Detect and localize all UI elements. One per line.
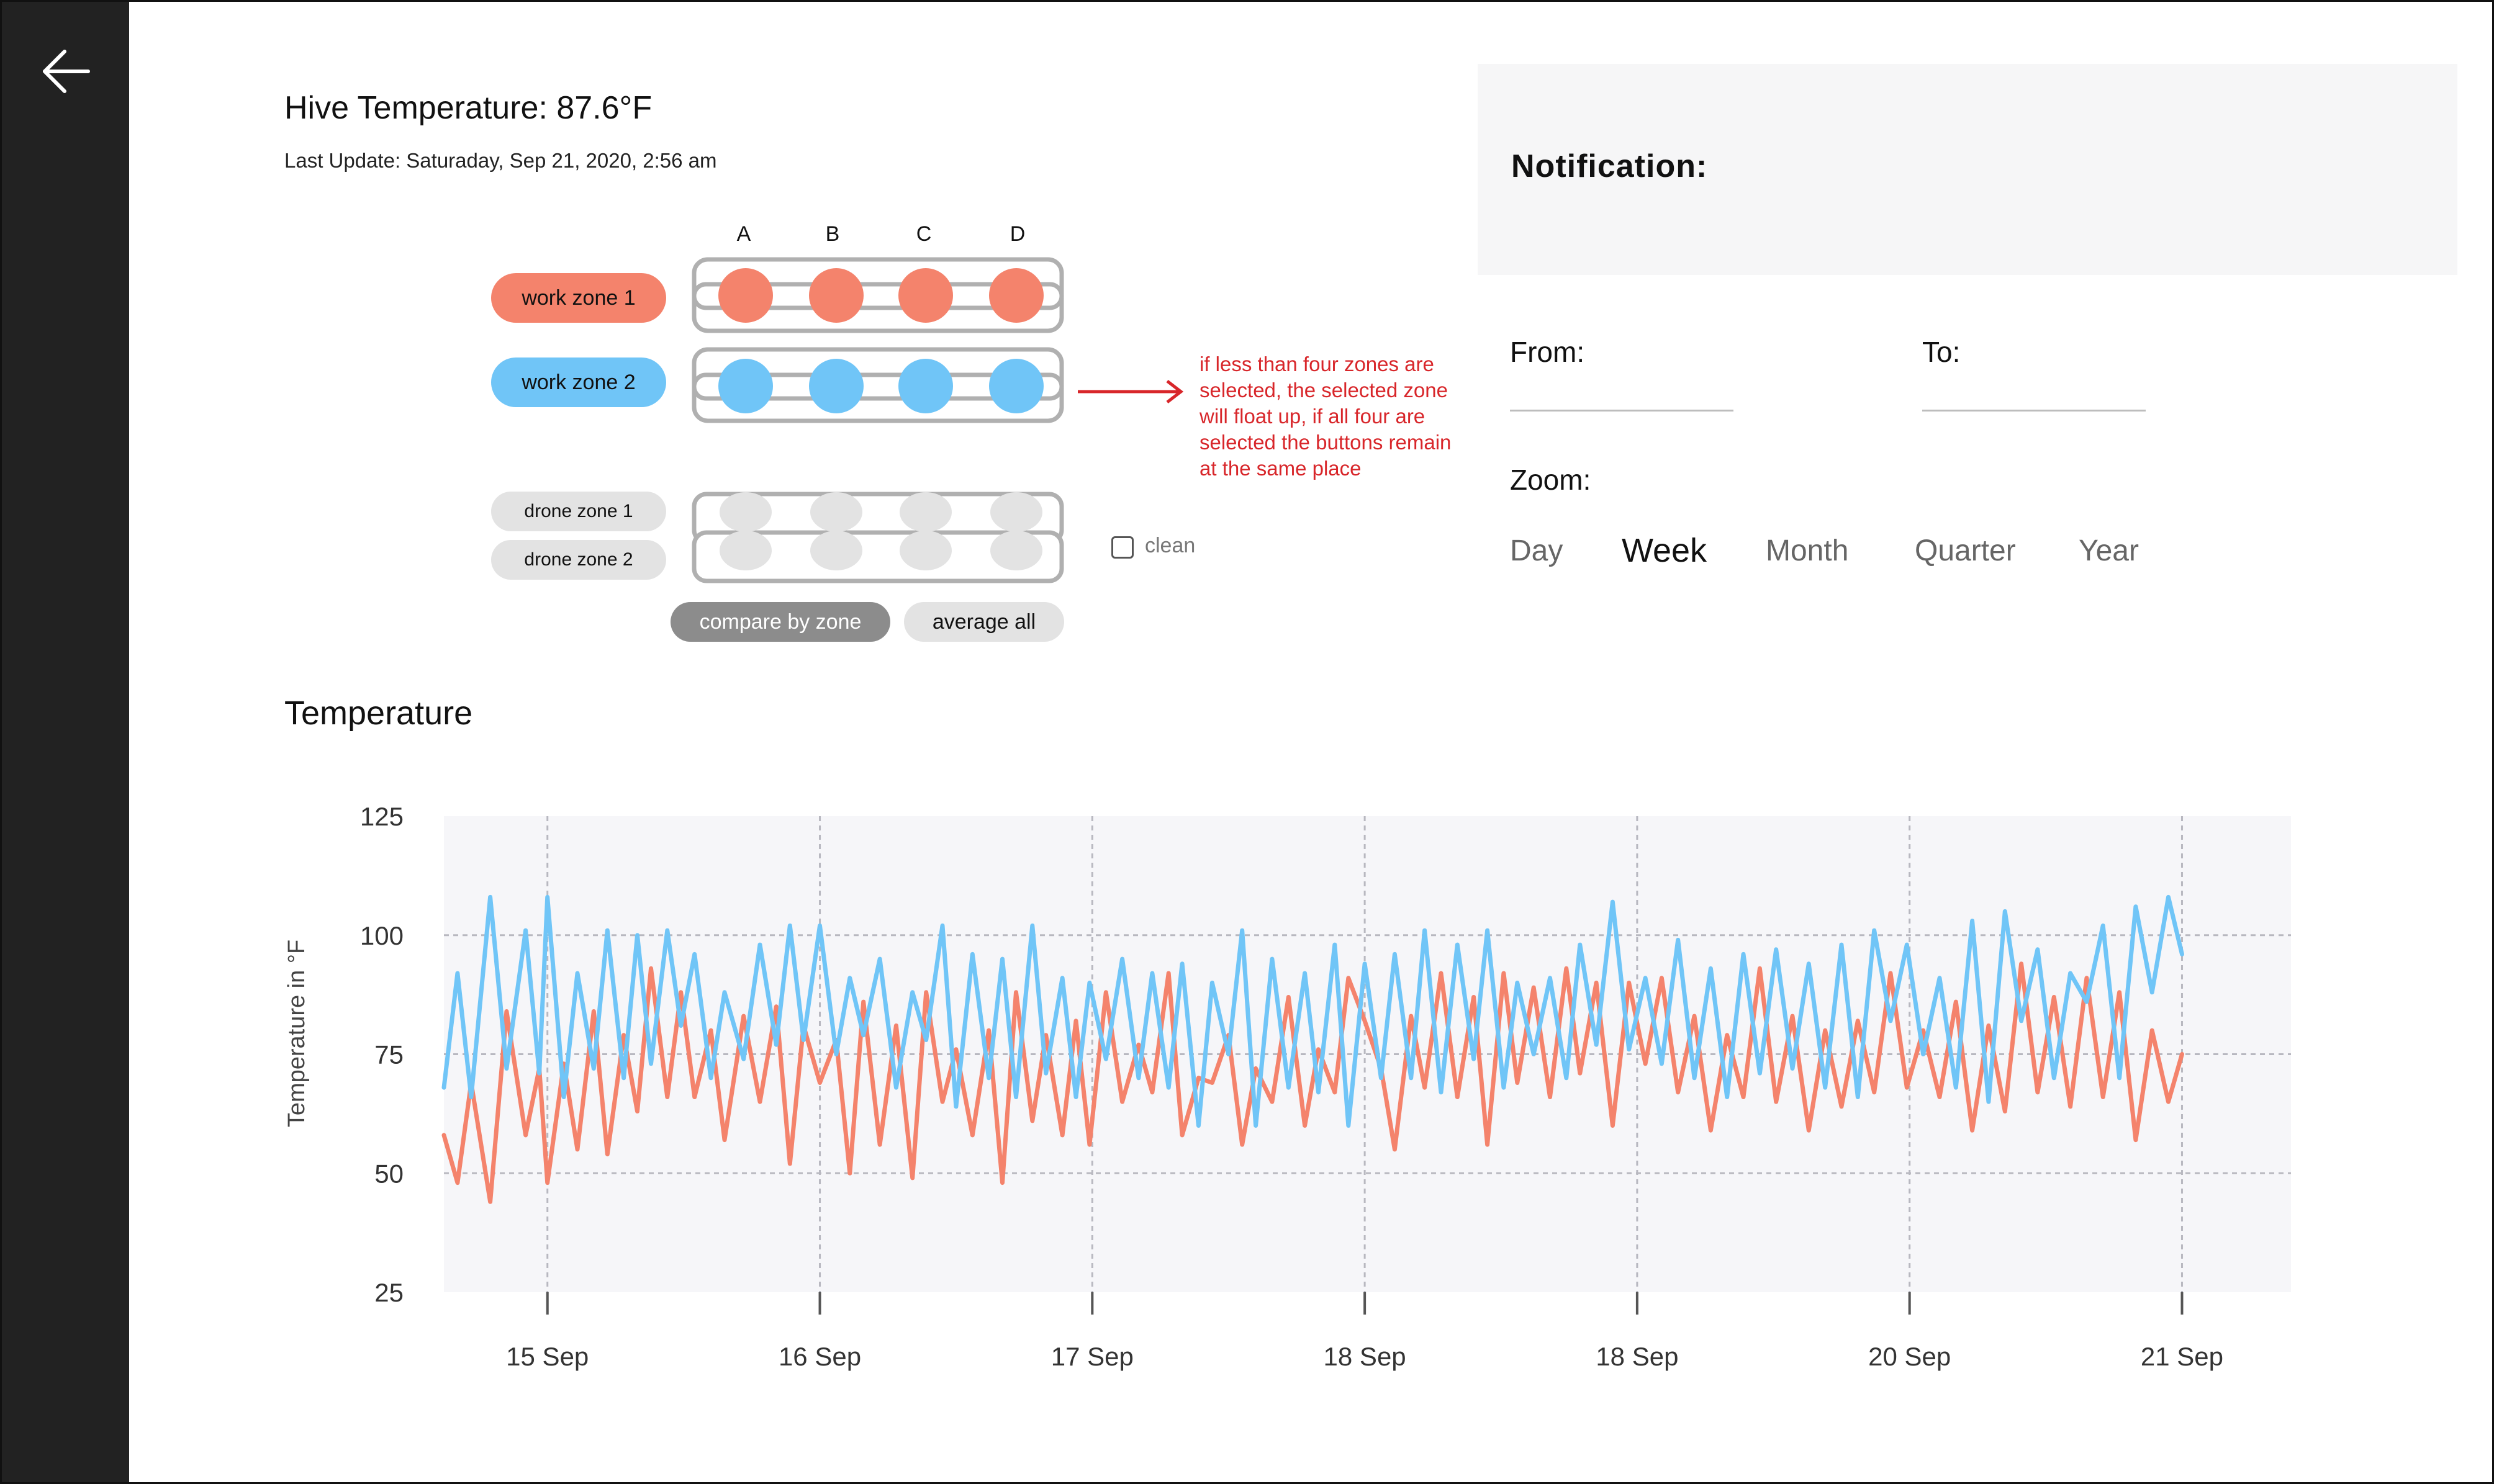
y-tick-label: 50 (374, 1159, 404, 1188)
x-tick-label: 16 Sep (779, 1342, 861, 1371)
x-tick-label: 20 Sep (1868, 1342, 1951, 1371)
y-tick-label: 125 (360, 802, 404, 831)
y-tick-label: 100 (360, 921, 404, 950)
y-axis-label: Temperature in °F (284, 940, 310, 1127)
x-tick-label: 18 Sep (1324, 1342, 1406, 1371)
x-tick-label: 17 Sep (1051, 1342, 1134, 1371)
y-tick-label: 25 (374, 1278, 404, 1307)
y-tick-label: 75 (374, 1040, 404, 1069)
x-tick-label: 21 Sep (2141, 1342, 2223, 1371)
temperature-chart: 25 50 75 100 125 15 Sep 16 Sep 17 Sep 18 Sep 18 S… (284, 802, 2291, 1371)
x-tick-label: 15 Sep (506, 1342, 589, 1371)
x-tick-label: 18 Sep (1596, 1342, 1678, 1371)
